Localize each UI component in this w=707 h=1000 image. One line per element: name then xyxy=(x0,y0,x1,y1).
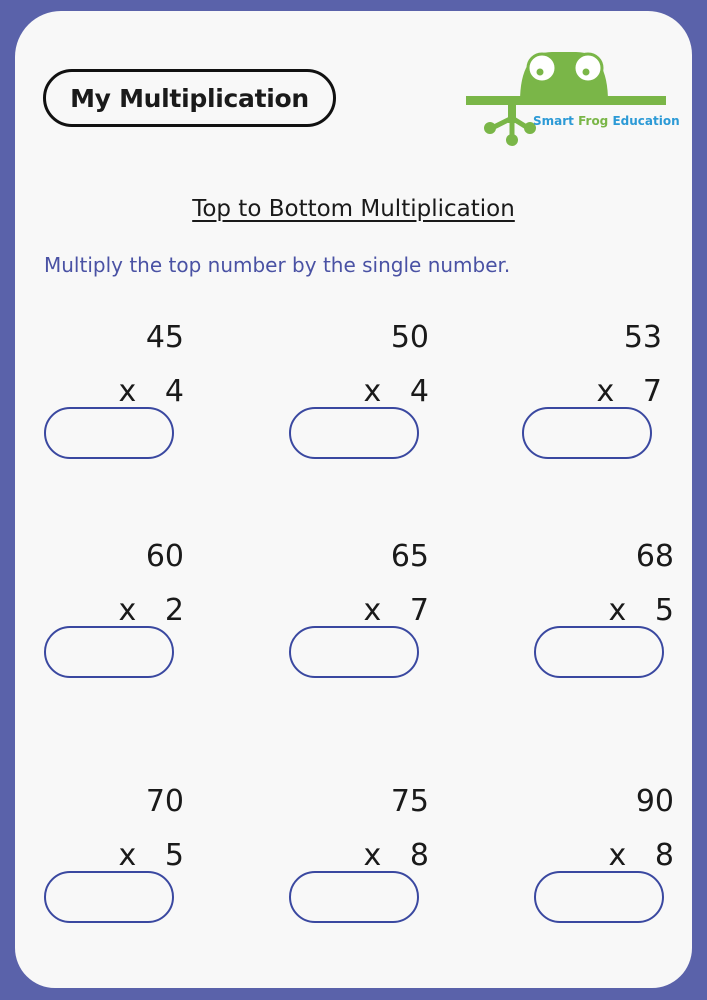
multiplier: x 2 xyxy=(119,593,184,628)
multiply-sign: x xyxy=(608,838,627,873)
multiplier-value: 4 xyxy=(164,374,184,409)
answer-box[interactable] xyxy=(289,407,419,459)
multiply-sign: x xyxy=(118,374,137,409)
multiplier-value: 8 xyxy=(409,838,429,873)
top-number: 90 xyxy=(635,784,674,819)
top-number: 50 xyxy=(390,320,429,355)
top-number: 68 xyxy=(635,539,674,574)
multiplier: x 5 xyxy=(119,838,184,873)
section-heading: Top to Bottom Multiplication xyxy=(192,196,515,222)
worksheet-card xyxy=(15,11,692,988)
multiplier-value: 5 xyxy=(654,593,674,628)
multiply-sign: x xyxy=(363,593,382,628)
brand-name: Smart Frog Education xyxy=(533,114,680,128)
multiply-sign: x xyxy=(363,838,382,873)
answer-box[interactable] xyxy=(289,871,419,923)
answer-box[interactable] xyxy=(534,871,664,923)
multiply-sign: x xyxy=(118,593,137,628)
answer-box[interactable] xyxy=(534,626,664,678)
top-number: 45 xyxy=(145,320,184,355)
answer-box[interactable] xyxy=(522,407,652,459)
frog-logo-icon xyxy=(466,52,666,146)
multiply-sign: x xyxy=(608,593,627,628)
worksheet-title: My Multiplication xyxy=(43,69,336,127)
top-number: 65 xyxy=(390,539,429,574)
multiplier: x 7 xyxy=(364,593,429,628)
multiplier: x 7 xyxy=(597,374,662,409)
top-number: 60 xyxy=(145,539,184,574)
multiplier-value: 4 xyxy=(409,374,429,409)
multiplier: x 8 xyxy=(609,838,674,873)
multiplier-value: 2 xyxy=(164,593,184,628)
multiplier-value: 5 xyxy=(164,838,184,873)
multiplier-value: 8 xyxy=(654,838,674,873)
multiplier: x 4 xyxy=(119,374,184,409)
multiplier: x 4 xyxy=(364,374,429,409)
multiply-sign: x xyxy=(596,374,615,409)
answer-box[interactable] xyxy=(44,407,174,459)
answer-box[interactable] xyxy=(44,626,174,678)
top-number: 70 xyxy=(145,784,184,819)
multiply-sign: x xyxy=(118,838,137,873)
multiply-sign: x xyxy=(363,374,382,409)
answer-box[interactable] xyxy=(289,626,419,678)
top-number: 75 xyxy=(390,784,429,819)
answer-box[interactable] xyxy=(44,871,174,923)
instruction-text: Multiply the top number by the single nu… xyxy=(44,253,511,277)
multiplier: x 5 xyxy=(609,593,674,628)
multiplier-value: 7 xyxy=(642,374,662,409)
top-number: 53 xyxy=(623,320,662,355)
multiplier: x 8 xyxy=(364,838,429,873)
multiplier-value: 7 xyxy=(409,593,429,628)
